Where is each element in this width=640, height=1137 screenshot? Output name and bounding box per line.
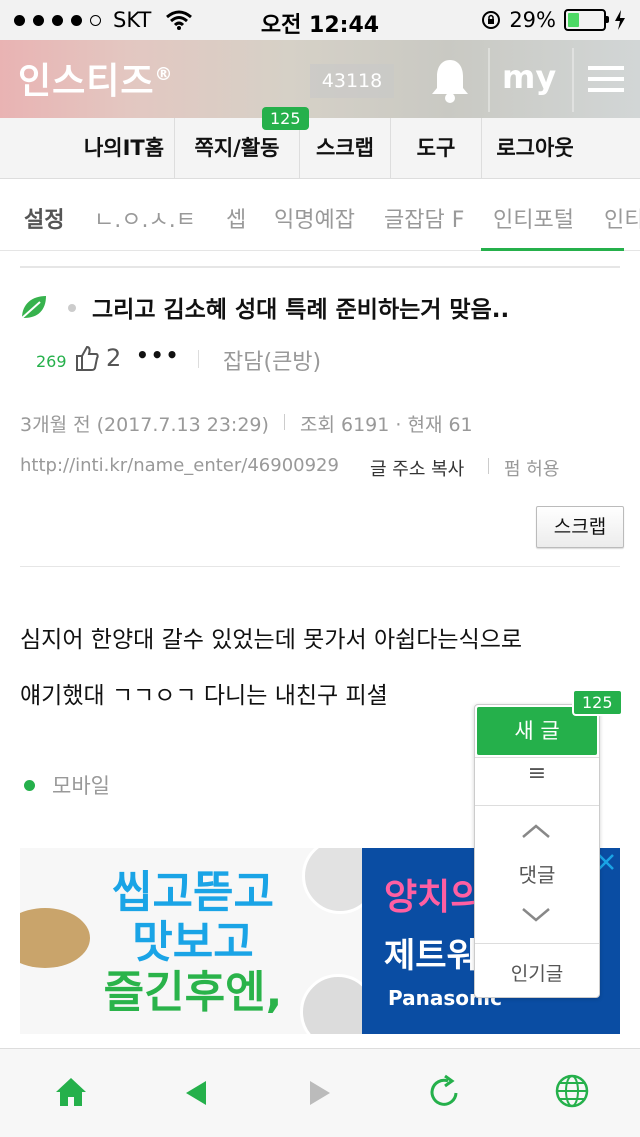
ad-text-line: 맛보고	[132, 917, 254, 968]
site-logo[interactable]: 인스티즈®	[18, 52, 173, 104]
floating-nav-panel: 새 글 ≡ 댓글 인기글	[474, 704, 600, 998]
menu-scrap[interactable]: 스크랩	[300, 118, 390, 178]
board-tabs: 설정 ㄴ.ㅇ.ㅅ.ㅌ 셉 익명예잡 글잡담 F 인티포털 인티	[0, 180, 640, 251]
home-icon[interactable]	[54, 1075, 88, 1109]
tab-chat[interactable]: 글잡담 F	[384, 202, 464, 234]
post-date: 3개월 전 (2017.7.13 23:29)	[20, 414, 269, 436]
bullet-icon	[68, 304, 76, 312]
orientation-lock-icon	[482, 11, 501, 29]
battery-fill	[568, 13, 580, 27]
battery-percent: 29%	[509, 8, 556, 32]
header-divider	[572, 48, 574, 112]
tab-inti[interactable]: 인티	[604, 202, 640, 234]
scroll-up-icon[interactable]	[521, 823, 551, 839]
body-line: 심지어 한양대 갈수 있었는데 못가서 아쉽다는식으로	[20, 627, 523, 653]
globe-icon[interactable]	[554, 1073, 590, 1109]
view-count: 조회 6191 · 현재 61	[300, 414, 473, 436]
meta-divider	[284, 414, 285, 430]
ad-text-line: 씹고뜯고	[112, 867, 274, 918]
list-button[interactable]: ≡	[475, 761, 599, 786]
leaf-icon	[21, 296, 46, 319]
bell-icon[interactable]	[428, 56, 472, 104]
back-arrow-icon[interactable]	[184, 1079, 208, 1107]
meta-divider	[488, 458, 489, 474]
tab-settings[interactable]: 설정	[24, 202, 64, 234]
status-bar: SKT 오전 12:44 29%	[0, 0, 640, 40]
user-level: 269	[36, 352, 67, 371]
meta-divider	[198, 350, 199, 368]
header-divider	[488, 48, 490, 112]
battery-icon	[564, 9, 609, 31]
bottom-toolbar	[0, 1048, 640, 1137]
logo-text: 인스티즈	[18, 61, 155, 102]
my-button[interactable]: my	[502, 58, 556, 96]
comments-button[interactable]: 댓글	[475, 859, 599, 888]
board-name[interactable]: 잡담(큰방)	[223, 344, 321, 376]
logo-mark: ®	[154, 64, 174, 85]
more-options-button[interactable]: •••	[136, 343, 180, 367]
top-menu: 나의IT홈 쪽지/활동 스크랩 도구 로그아웃	[0, 118, 640, 179]
post-title: 그리고 김소혜 성대 특례 준비하는거 맞음..	[92, 297, 510, 323]
divider	[20, 566, 620, 567]
ad-text-line: 즐긴후엔,	[103, 967, 283, 1018]
panel-divider	[475, 805, 599, 806]
forward-arrow-icon[interactable]	[308, 1079, 332, 1107]
food-image	[20, 908, 90, 968]
scroll-down-icon[interactable]	[521, 907, 551, 923]
menu-logout[interactable]: 로그아웃	[482, 118, 588, 178]
scrap-button[interactable]: 스크랩	[536, 506, 624, 548]
ad-right-headline: 양치의	[384, 877, 484, 918]
tab-portal[interactable]: 인티포털	[493, 202, 574, 234]
message-count-badge: 125	[262, 107, 309, 130]
tab-lost[interactable]: ㄴ.ㅇ.ㅅ.ㅌ	[94, 202, 196, 234]
divider	[20, 266, 620, 268]
charging-bolt-icon	[615, 10, 625, 30]
mobile-dot-icon	[24, 780, 35, 791]
tab-sep[interactable]: 셉	[226, 202, 246, 234]
ad-right-subline: 제트워	[384, 936, 478, 976]
status-right: 29%	[481, 8, 626, 32]
panel-divider	[475, 943, 599, 944]
copy-link-button[interactable]: 글 주소 복사	[370, 455, 464, 481]
copy-permission: 펌 허용	[504, 459, 560, 480]
panel-divider	[475, 757, 599, 758]
visitor-counter: 43118	[310, 64, 394, 98]
tab-anon[interactable]: 익명예잡	[274, 202, 355, 234]
menu-tools[interactable]: 도구	[391, 118, 481, 178]
ad-left-panel: 씹고뜯고 맛보고 즐긴후엔,	[20, 848, 378, 1034]
thumbs-up-icon[interactable]	[74, 344, 100, 372]
hamburger-menu-icon[interactable]	[588, 64, 624, 94]
popular-posts-button[interactable]: 인기글	[475, 959, 599, 986]
ad-left-text: 씹고뜯고 맛보고 즐긴후엔,	[98, 868, 288, 1018]
refresh-icon[interactable]	[426, 1073, 462, 1111]
post-url[interactable]: http://inti.kr/name_enter/46900929	[20, 455, 339, 476]
app-header: 인스티즈® 43118 my	[0, 40, 640, 118]
menu-my-home[interactable]: 나의IT홈	[74, 118, 174, 178]
device-label: 모바일	[52, 774, 110, 798]
like-count: 2	[106, 344, 122, 372]
new-post-count-badge: 125	[572, 689, 623, 716]
active-tab-indicator	[481, 248, 624, 251]
